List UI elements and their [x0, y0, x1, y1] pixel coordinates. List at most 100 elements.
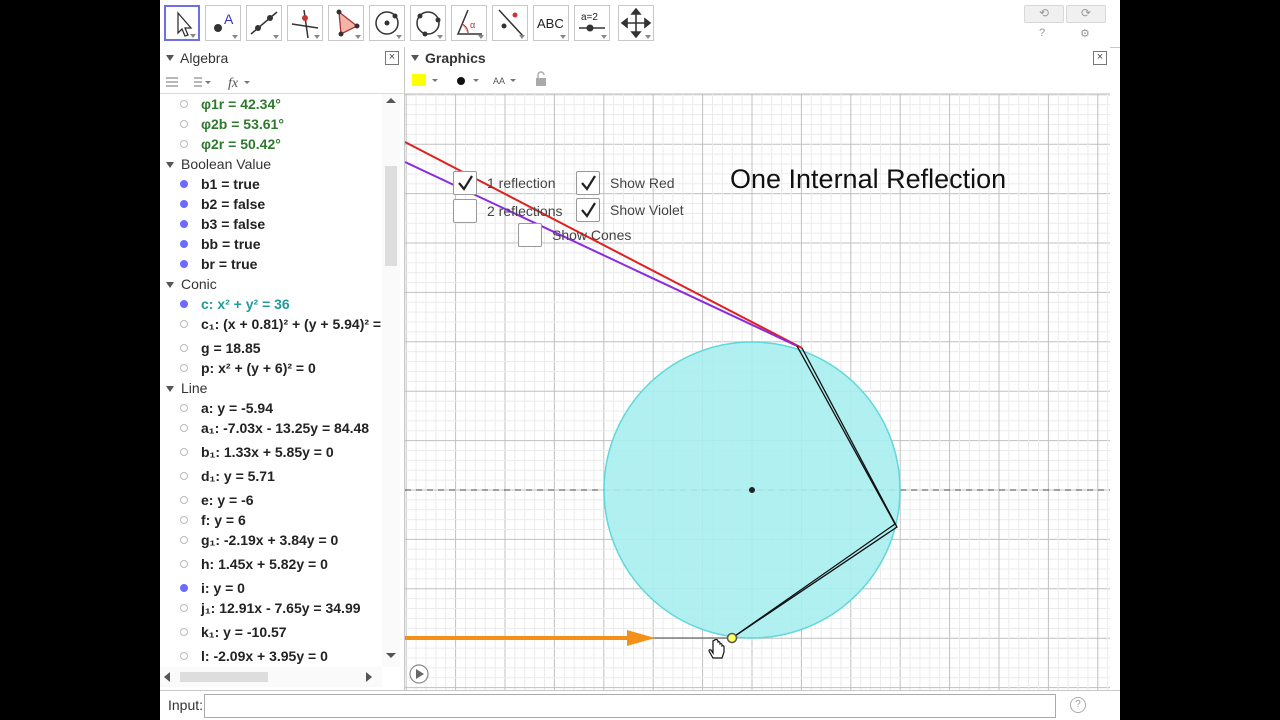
- algebra-item-text: g = 18.85: [201, 340, 261, 356]
- checkbox-2-reflections[interactable]: [453, 199, 477, 223]
- reflect-tool-button[interactable]: [492, 5, 528, 41]
- visibility-toggle[interactable]: [180, 140, 188, 148]
- graphics-style-bar-icons: AA: [412, 71, 546, 86]
- move-graphics-view-tool-button[interactable]: [618, 5, 654, 41]
- algebra-item-text: d₁: y = 5.71: [201, 468, 275, 484]
- collapse-triangle-icon[interactable]: [411, 55, 419, 62]
- label-show-cones: Show Cones: [552, 227, 632, 243]
- algebra-item-text: l: -2.09x + 3.95y = 0: [201, 648, 328, 664]
- algebra-item-text: φ2r = 50.42°: [201, 136, 281, 152]
- svg-text:ABC: ABC: [537, 16, 564, 31]
- algebra-header: Algebra: [160, 47, 404, 69]
- undo-button[interactable]: ⟲: [1024, 5, 1064, 23]
- redo-button[interactable]: ⟳: [1066, 5, 1106, 23]
- visibility-toggle[interactable]: [180, 472, 188, 480]
- visibility-toggle[interactable]: [180, 584, 188, 592]
- angle-tool-button[interactable]: α: [451, 5, 487, 41]
- algebra-style-bar: fx: [160, 69, 404, 94]
- visibility-toggle[interactable]: [180, 404, 188, 412]
- entry-point[interactable]: [726, 632, 738, 644]
- algebra-item-text: φ1r = 42.34°: [201, 96, 281, 112]
- algebra-item-text: h: 1.45x + 5.82y = 0: [201, 556, 328, 572]
- algebra-horizontal-scrollbar[interactable]: [160, 667, 382, 687]
- visibility-toggle[interactable]: [180, 424, 188, 432]
- algebra-group-header[interactable]: Boolean Value: [166, 154, 271, 174]
- checkbox-1-reflection[interactable]: [453, 171, 477, 195]
- input-help-icon[interactable]: ?: [1070, 697, 1086, 713]
- visibility-toggle[interactable]: [180, 448, 188, 456]
- algebra-vertical-scrollbar[interactable]: [382, 94, 400, 667]
- collapse-triangle-icon[interactable]: [166, 55, 174, 62]
- svg-text:α: α: [470, 20, 475, 30]
- graphics-title: Graphics: [425, 50, 486, 66]
- algebra-item-text: a₁: -7.03x - 13.25y = 84.48: [201, 420, 370, 436]
- algebra-group-header[interactable]: Line: [166, 378, 207, 398]
- redo-icon: ⟳: [1080, 6, 1092, 20]
- svg-text:a=2: a=2: [581, 12, 598, 23]
- algebra-item-text: b₁: 1.33x + 5.85y = 0: [201, 444, 334, 460]
- algebra-item-text: b1 = true: [201, 176, 260, 192]
- collapse-triangle-icon[interactable]: [166, 386, 174, 393]
- algebra-item-text: k₁: y = -10.57: [201, 624, 287, 640]
- visibility-toggle[interactable]: [180, 240, 188, 248]
- visibility-toggle[interactable]: [180, 300, 188, 308]
- circle-center-point-tool-button[interactable]: [369, 5, 405, 41]
- slider-tool-button[interactable]: a=2: [574, 5, 610, 41]
- checkbox-show-cones[interactable]: [518, 223, 542, 247]
- visibility-toggle[interactable]: [180, 496, 188, 504]
- input-field[interactable]: [204, 694, 1056, 718]
- visibility-toggle[interactable]: [180, 560, 188, 568]
- visibility-toggle[interactable]: [180, 652, 188, 660]
- svg-text:fx: fx: [228, 76, 239, 91]
- graphics-style-bar: AA: [405, 69, 1110, 94]
- checkbox-show-red[interactable]: [576, 171, 600, 195]
- visibility-toggle[interactable]: [180, 604, 188, 612]
- algebra-item-text: b3 = false: [201, 216, 266, 232]
- graphics-heading: One Internal Reflection: [730, 164, 1006, 194]
- algebra-group-label: Conic: [181, 276, 217, 292]
- algebra-group-label: Boolean Value: [181, 156, 272, 172]
- circle-three-points-tool-button[interactable]: [410, 5, 446, 41]
- geogebra-app: A α ABC a=2 ⟲ ⟳ ? ⚙ Algebra × fx φ1r = 4…: [160, 0, 1120, 720]
- close-algebra-button[interactable]: ×: [385, 51, 399, 65]
- scrollbar-arrows-icon: [385, 98, 397, 658]
- algebra-group-header[interactable]: Conic: [166, 274, 217, 294]
- visibility-toggle[interactable]: [180, 260, 188, 268]
- visibility-toggle[interactable]: [180, 516, 188, 524]
- algebra-item-text: bb = true: [201, 236, 261, 252]
- polygon-tool-button[interactable]: [328, 5, 364, 41]
- line-tool-button[interactable]: [246, 5, 282, 41]
- scrollbar-horizontal-arrows-icon: [164, 672, 372, 682]
- algebra-item-text: b2 = false: [201, 196, 266, 212]
- algebra-item-text: j₁: 12.91x - 7.65y = 34.99: [201, 600, 361, 616]
- center-point[interactable]: [749, 487, 755, 493]
- visibility-toggle[interactable]: [180, 344, 188, 352]
- settings-gear-icon[interactable]: ⚙: [1080, 27, 1090, 40]
- point-tool-button[interactable]: A: [205, 5, 241, 41]
- visibility-toggle[interactable]: [180, 628, 188, 636]
- algebra-view: Algebra × fx φ1r = 42.34° φ2b = 53.61° φ2r…: [160, 47, 405, 690]
- visibility-toggle[interactable]: [180, 364, 188, 372]
- collapse-triangle-icon[interactable]: [166, 282, 174, 289]
- text-tool-button[interactable]: ABC: [533, 5, 569, 41]
- close-graphics-button[interactable]: ×: [1093, 51, 1107, 65]
- algebra-group-label: Line: [181, 380, 208, 396]
- undo-icon: ⟲: [1038, 6, 1050, 20]
- toolbar: A α ABC a=2 ⟲ ⟳ ? ⚙: [160, 0, 1120, 48]
- visibility-toggle[interactable]: [180, 320, 188, 328]
- perpendicular-line-tool-button[interactable]: [287, 5, 323, 41]
- visibility-toggle[interactable]: [180, 120, 188, 128]
- label-2-reflections: 2 reflections: [487, 203, 563, 219]
- visibility-toggle[interactable]: [180, 100, 188, 108]
- visibility-toggle[interactable]: [180, 200, 188, 208]
- help-icon[interactable]: ?: [1039, 27, 1045, 39]
- collapse-triangle-icon[interactable]: [166, 162, 174, 169]
- visibility-toggle[interactable]: [180, 536, 188, 544]
- visibility-toggle[interactable]: [180, 180, 188, 188]
- move-tool-button[interactable]: [164, 5, 200, 41]
- visibility-toggle[interactable]: [180, 220, 188, 228]
- checkbox-show-violet[interactable]: [576, 198, 600, 222]
- input-label: Input:: [168, 697, 204, 713]
- checkmark-icon: [581, 202, 596, 218]
- label-show-red: Show Red: [610, 175, 675, 191]
